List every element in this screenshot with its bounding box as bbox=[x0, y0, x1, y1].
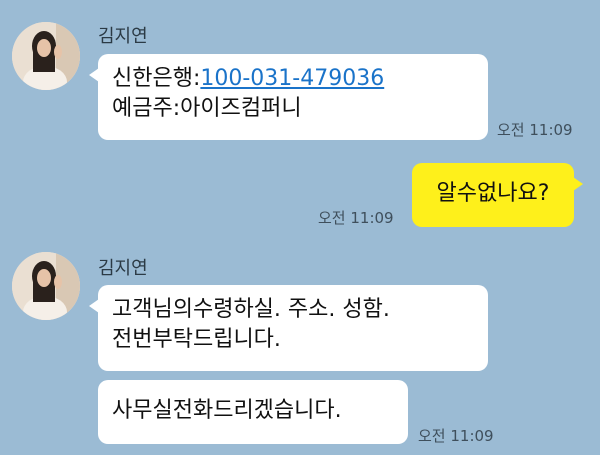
message-timestamp: 오전 11:09 bbox=[497, 121, 573, 139]
bank-name: 신한은행: bbox=[112, 66, 201, 91]
message-timestamp: 오전 11:09 bbox=[318, 209, 394, 227]
message-bubble[interactable]: 고객님의수령하실. 주소. 성함. 전번부탁드립니다. bbox=[89, 285, 488, 371]
message-line: 예금주:아이즈컴퍼니 bbox=[112, 96, 302, 121]
message-timestamp: 오전 11:09 bbox=[418, 427, 494, 445]
message-bubble[interactable]: 사무실전화드리겠습니다. bbox=[98, 380, 408, 444]
profile-photo-icon bbox=[12, 252, 80, 320]
profile-photo-icon bbox=[12, 22, 80, 90]
my-message-bubble[interactable]: 알수없나요? bbox=[412, 163, 583, 227]
message-bubble[interactable]: 신한은행:100-031-479036 예금주:아이즈컴퍼니 bbox=[89, 54, 488, 140]
account-number-link[interactable]: 100-031-479036 bbox=[200, 66, 384, 91]
message-line: 신한은행:100-031-479036 bbox=[112, 64, 474, 94]
message-line: 전번부탁드립니다. bbox=[112, 327, 281, 352]
sender-name: 김지연 bbox=[98, 26, 148, 47]
message-line: 사무실전화드리겠습니다. bbox=[112, 398, 342, 423]
avatar[interactable] bbox=[12, 22, 80, 90]
message-line: 고객님의수령하실. 주소. 성함. bbox=[112, 297, 390, 322]
avatar[interactable] bbox=[12, 252, 80, 320]
message-line: 알수없나요? bbox=[436, 181, 550, 206]
sender-name: 김지연 bbox=[98, 258, 148, 279]
